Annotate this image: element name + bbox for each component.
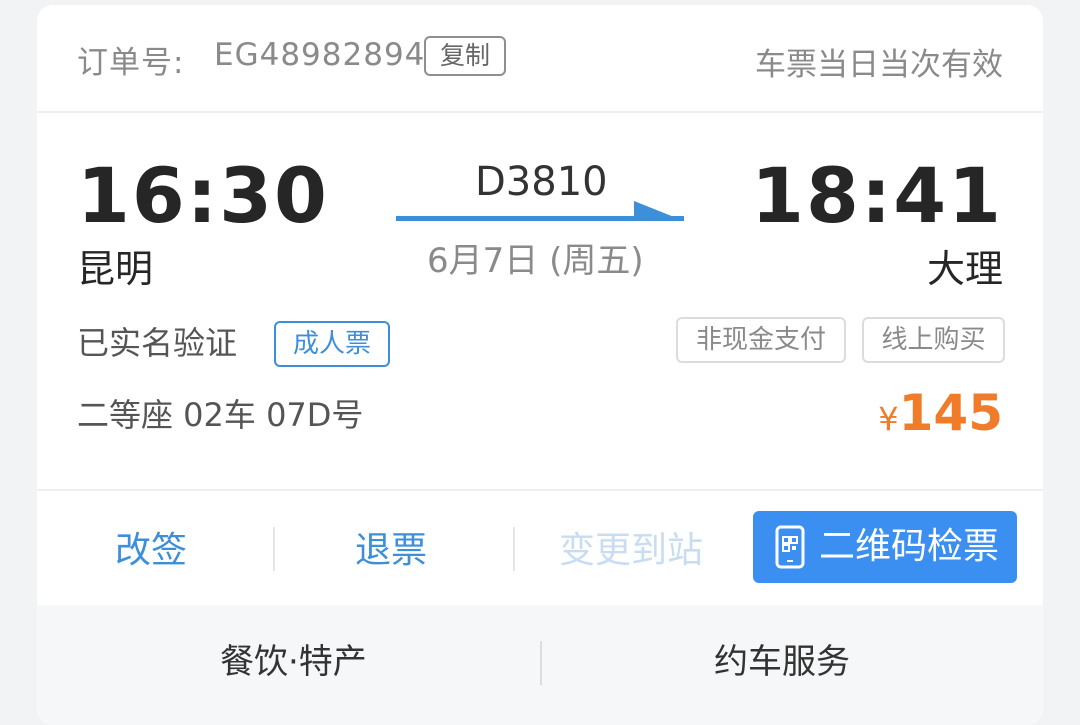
footer-separator bbox=[540, 641, 542, 685]
arrival-time: 18:41 bbox=[751, 151, 1003, 240]
refund-button[interactable]: 退票 bbox=[355, 525, 427, 577]
car-service-link[interactable]: 约车服务 bbox=[714, 640, 850, 684]
change-station-button[interactable]: 变更到站 bbox=[559, 525, 703, 577]
verified-status: 已实名验证 bbox=[77, 324, 238, 362]
divider bbox=[37, 489, 1043, 491]
travel-date: 6月7日 (周五) bbox=[427, 241, 644, 281]
service-footer: 餐饮·特产 约车服务 bbox=[37, 605, 1043, 725]
ticket-price: ¥145 bbox=[878, 383, 1003, 455]
order-label: 订单号: bbox=[77, 45, 185, 81]
order-number: EG48982894 bbox=[214, 37, 426, 73]
copy-button[interactable]: 复制 bbox=[424, 36, 506, 76]
departure-time: 16:30 bbox=[77, 151, 329, 240]
ticket-type-badge: 成人票 bbox=[274, 321, 390, 367]
phone-qr-icon bbox=[775, 525, 805, 569]
currency-symbol: ¥ bbox=[878, 400, 899, 438]
qr-check-button[interactable]: 二维码检票 bbox=[753, 511, 1017, 583]
purchase-tag: 线上购买 bbox=[862, 317, 1005, 363]
qr-check-label: 二维码检票 bbox=[819, 526, 1000, 567]
price-amount: 145 bbox=[898, 384, 1003, 442]
action-separator bbox=[513, 527, 515, 571]
ticket-card: 订单号: EG48982894 复制 车票当日当次有效 16:30 昆明 D38… bbox=[37, 5, 1043, 725]
food-specialty-link[interactable]: 餐饮·特产 bbox=[220, 640, 367, 684]
action-separator bbox=[273, 527, 275, 571]
payment-tag: 非现金支付 bbox=[676, 317, 846, 363]
train-arrow-icon bbox=[396, 201, 684, 221]
change-ticket-button[interactable]: 改签 bbox=[115, 525, 187, 577]
ticket-header: 订单号: EG48982894 复制 车票当日当次有效 bbox=[37, 5, 1043, 113]
validity-note: 车票当日当次有效 bbox=[755, 47, 1003, 83]
arrival-station: 大理 bbox=[926, 247, 1003, 291]
departure-station: 昆明 bbox=[77, 247, 154, 291]
seat-info: 二等座 02车 07D号 bbox=[77, 396, 364, 434]
